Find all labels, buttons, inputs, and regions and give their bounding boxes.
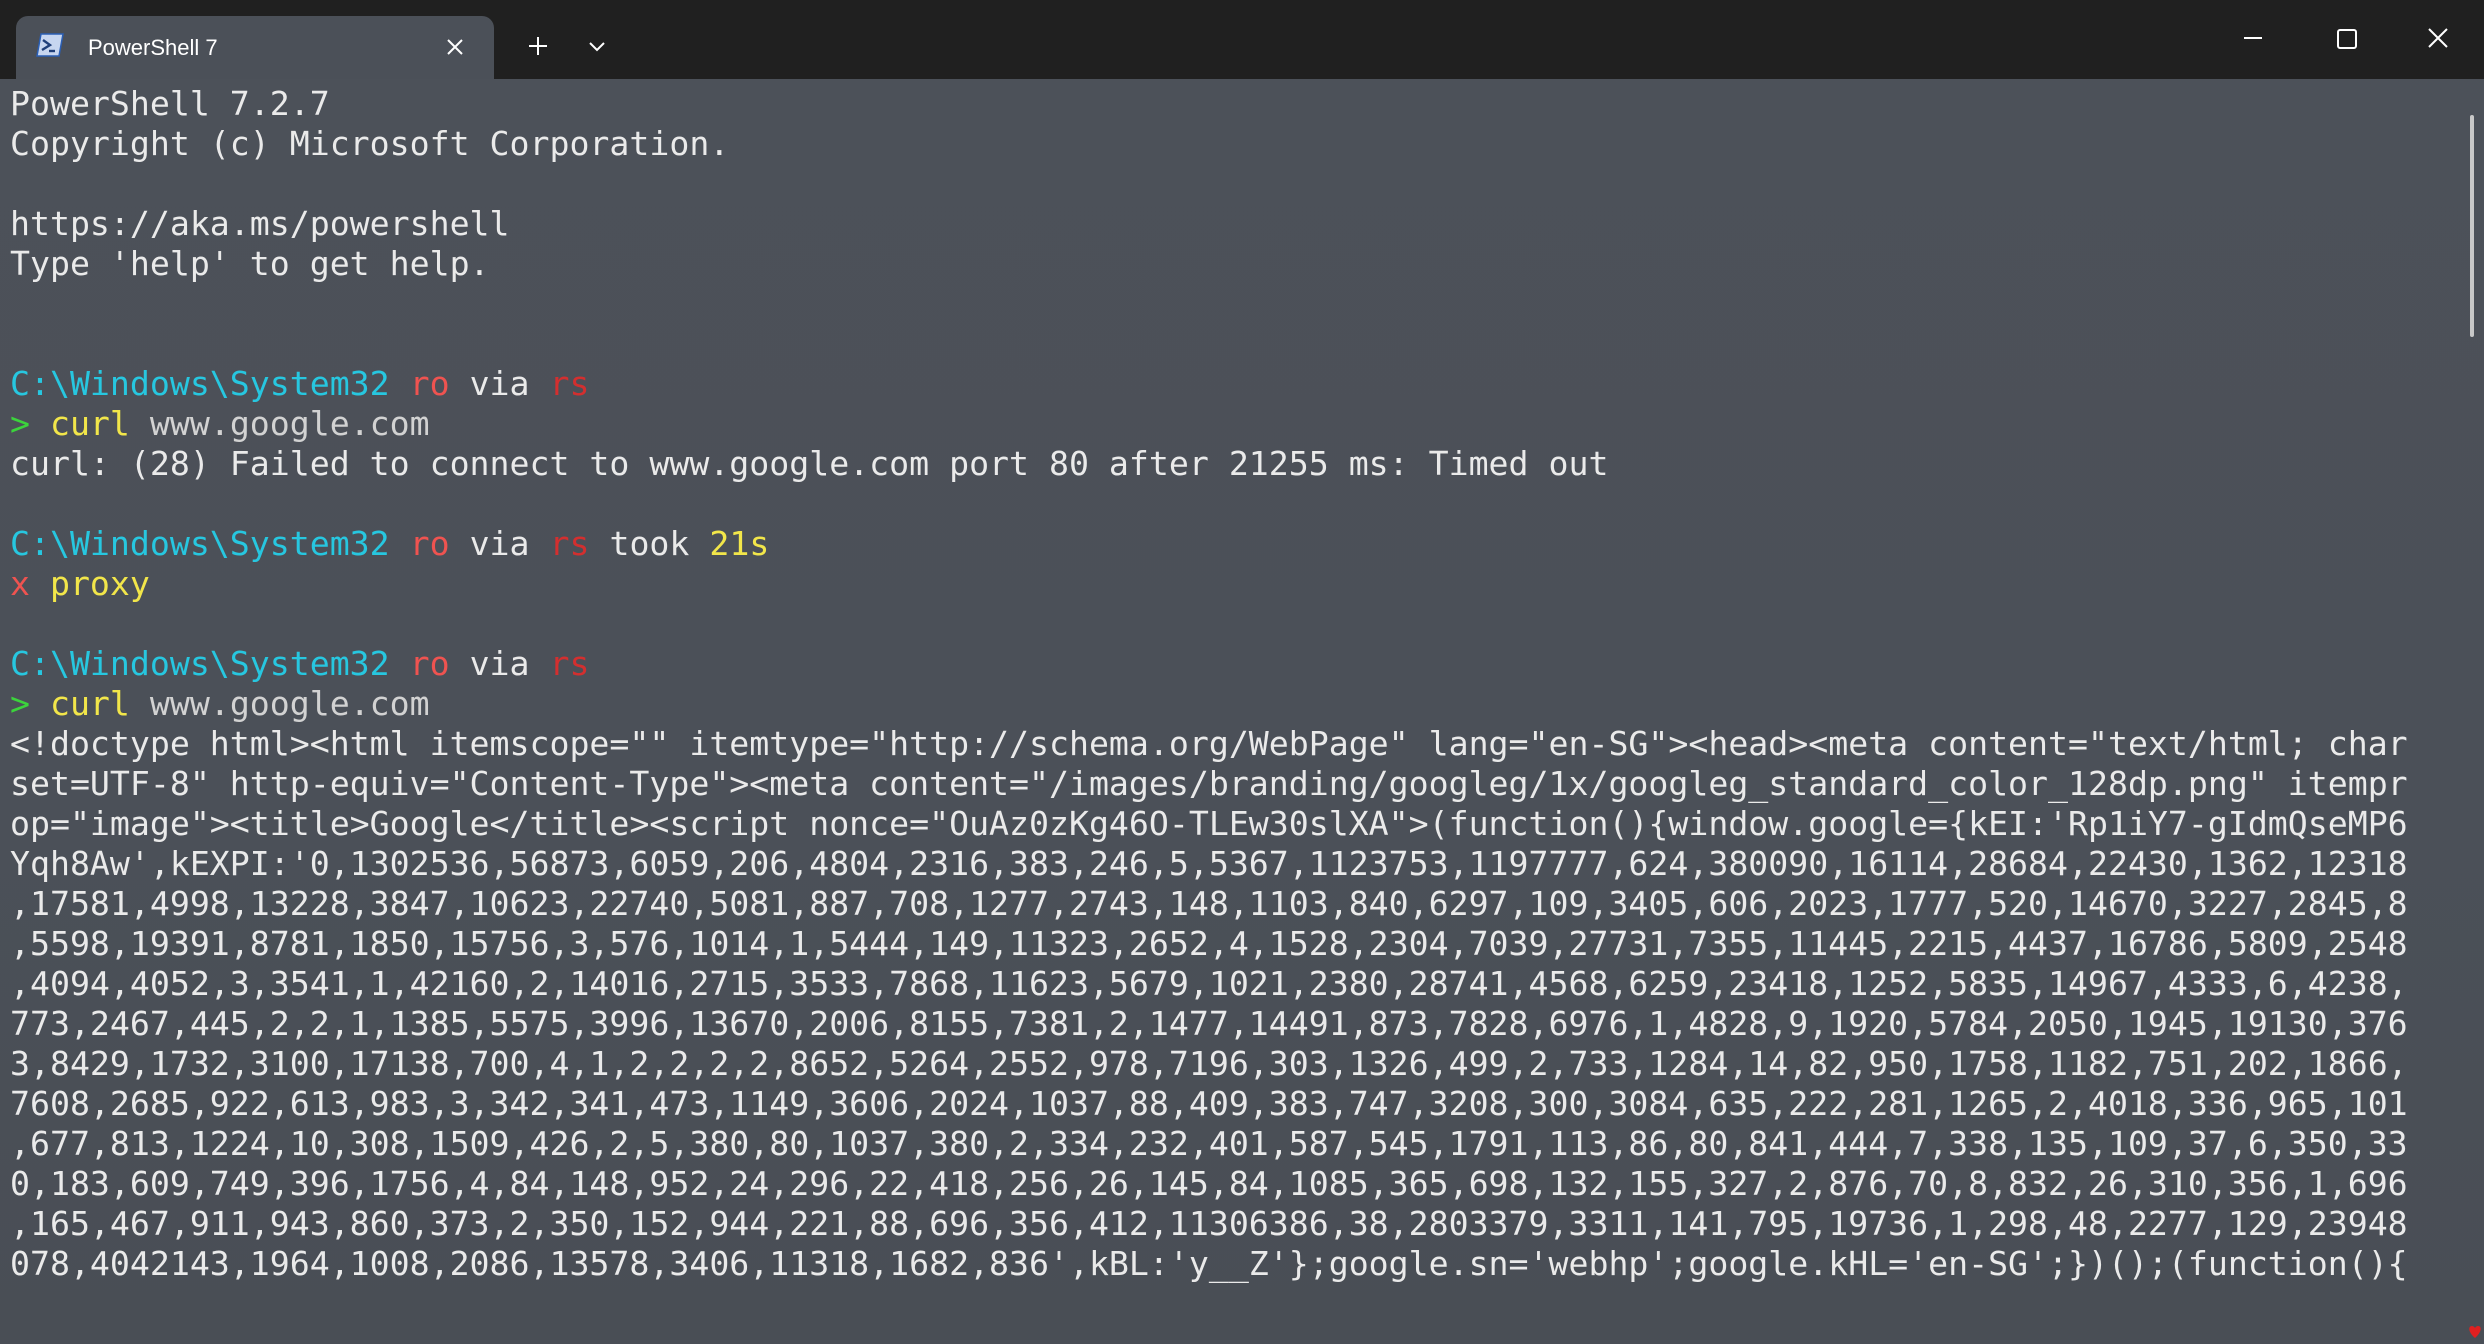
output-line: op="image"><title>Google</title><script … bbox=[10, 804, 2408, 843]
prompt-path: C:\Windows\System32 bbox=[10, 644, 390, 683]
prompt-lang: rs bbox=[549, 364, 590, 403]
command-arg: www.google.com bbox=[149, 404, 430, 443]
tab-dropdown-button[interactable] bbox=[575, 24, 619, 68]
output-line: Yqh8Aw',kEXPI:'0,1302536,56873,6059,206,… bbox=[10, 844, 2408, 883]
command-name: curl bbox=[49, 404, 130, 443]
output-line: 773,2467,445,2,2,1,1385,5575,3996,13670,… bbox=[10, 1004, 2408, 1043]
command-name: proxy bbox=[49, 564, 150, 603]
output-line: ,17581,4998,13228,3847,10623,22740,5081,… bbox=[10, 884, 2408, 923]
command-line: x proxy bbox=[10, 564, 2410, 604]
prompt-branch: ro bbox=[409, 524, 450, 563]
command-output: curl: (28) Failed to connect to www.goog… bbox=[10, 444, 1609, 483]
prompt-lang: rs bbox=[549, 644, 590, 683]
output-line: 7608,2685,922,613,983,3,342,341,473,1149… bbox=[10, 1084, 2408, 1123]
terminal-output[interactable]: PowerShell 7.2.7 Copyright (c) Microsoft… bbox=[10, 84, 2410, 1340]
prompt-via: via bbox=[469, 524, 530, 563]
prompt-duration: 21s bbox=[709, 524, 770, 563]
close-icon[interactable] bbox=[440, 32, 470, 62]
scrollbar-thumb[interactable] bbox=[2470, 115, 2474, 337]
title-bar: PowerShell 7 bbox=[0, 0, 2484, 79]
command-arg: www.google.com bbox=[149, 684, 430, 723]
prompt-line: C:\Windows\System32 ro via rs bbox=[10, 364, 2410, 404]
plus-icon bbox=[529, 37, 547, 55]
close-icon bbox=[2428, 28, 2448, 48]
minimize-button[interactable] bbox=[2216, 16, 2292, 60]
prompt-branch: ro bbox=[409, 364, 450, 403]
command-line: > curl www.google.com bbox=[10, 684, 2410, 724]
command-line: > curl www.google.com bbox=[10, 404, 2410, 444]
output-line: 078,4042143,1964,1008,2086,13578,3406,11… bbox=[10, 1244, 2408, 1283]
prompt-symbol: > bbox=[10, 404, 30, 443]
prompt-line: C:\Windows\System32 ro via rs took 21s bbox=[10, 524, 2410, 564]
maximize-icon bbox=[2337, 29, 2357, 49]
tab-powershell[interactable]: PowerShell 7 bbox=[16, 16, 494, 79]
prompt-via: via bbox=[469, 364, 530, 403]
banner-url: https://aka.ms/powershell bbox=[10, 204, 510, 243]
output-line: ,165,467,911,943,860,373,2,350,152,944,2… bbox=[10, 1204, 2408, 1243]
output-line: set=UTF-8" http-equiv="Content-Type"><me… bbox=[10, 764, 2408, 803]
prompt-error-symbol: x bbox=[10, 564, 30, 603]
prompt-took: took bbox=[609, 524, 690, 563]
tab-title: PowerShell 7 bbox=[88, 35, 218, 60]
terminal-window: PowerShell 7 PowerShell 7.2.7 Copyright … bbox=[0, 0, 2484, 1340]
prompt-via: via bbox=[469, 644, 530, 683]
output-line: ,4094,4052,3,3541,1,42160,2,14016,2715,3… bbox=[10, 964, 2408, 1003]
banner-version: PowerShell 7.2.7 bbox=[10, 84, 330, 123]
banner-help: Type 'help' to get help. bbox=[10, 244, 490, 283]
chevron-down-icon bbox=[589, 42, 605, 52]
prompt-path: C:\Windows\System32 bbox=[10, 524, 390, 563]
prompt-path: C:\Windows\System32 bbox=[10, 364, 390, 403]
prompt-line: C:\Windows\System32 ro via rs bbox=[10, 644, 2410, 684]
output-line: 3,8429,1732,3100,17138,700,4,1,2,2,2,2,8… bbox=[10, 1044, 2408, 1083]
command-name: curl bbox=[49, 684, 130, 723]
prompt-branch: ro bbox=[409, 644, 450, 683]
maximize-button[interactable] bbox=[2308, 16, 2384, 60]
output-line: ,677,813,1224,10,308,1509,426,2,5,380,80… bbox=[10, 1124, 2408, 1163]
output-line: ,5598,19391,8781,1850,15756,3,576,1014,1… bbox=[10, 924, 2408, 963]
output-line: <!doctype html><html itemscope="" itemty… bbox=[10, 724, 2408, 763]
powershell-icon bbox=[36, 33, 64, 57]
prompt-symbol: > bbox=[10, 684, 30, 723]
window-close-button[interactable] bbox=[2400, 16, 2476, 60]
new-tab-button[interactable] bbox=[516, 24, 560, 68]
heart-icon bbox=[2466, 1320, 2484, 1340]
minimize-icon bbox=[2244, 37, 2262, 39]
banner-copyright: Copyright (c) Microsoft Corporation. bbox=[10, 124, 730, 163]
prompt-lang: rs bbox=[549, 524, 590, 563]
output-line: 0,183,609,749,396,1756,4,84,148,952,24,2… bbox=[10, 1164, 2408, 1203]
